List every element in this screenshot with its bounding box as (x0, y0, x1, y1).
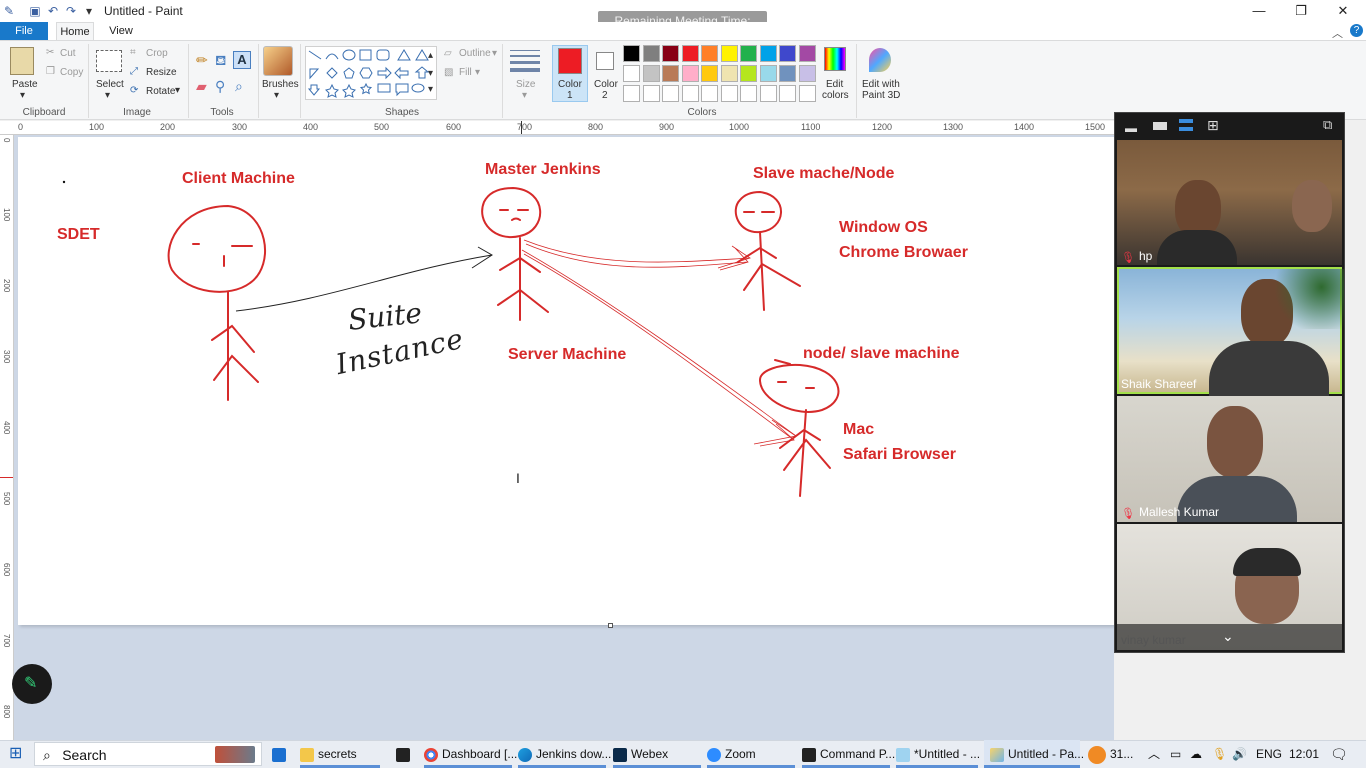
participant-name-hp: hp (1139, 249, 1153, 263)
webex-icon (613, 747, 627, 762)
help-icon[interactable]: ? (1350, 24, 1363, 37)
client-stick-face (192, 243, 253, 267)
node-stick-head (758, 363, 840, 413)
master-to-node-arrow (521, 249, 797, 437)
cmd-icon (802, 747, 816, 762)
text-cursor-icon: I (516, 470, 520, 486)
server-machine-label: Server Machine (508, 346, 627, 363)
weather-widget[interactable]: 31... (1088, 740, 1133, 768)
restore-button[interactable]: ❐ (1278, 0, 1324, 22)
client-stick-body (211, 291, 259, 401)
exit-panel-icon[interactable]: ⧉ (1323, 117, 1332, 133)
clock[interactable]: 12:01 (1289, 740, 1319, 768)
mac-label: Mac (843, 421, 875, 438)
taskbar-item-terminal[interactable] (396, 740, 414, 768)
show-hidden-icons[interactable]: ︿ (1148, 740, 1160, 768)
notepad-icon (896, 747, 910, 762)
microphone-icon[interactable]: 🎙 (1212, 740, 1227, 768)
speaker-view-icon[interactable] (1153, 122, 1167, 130)
muted-icon: 🎙 (1121, 508, 1135, 520)
video-tile-shaik-shareef[interactable] (1117, 267, 1344, 396)
participant-name-mallesh: Mallesh Kumar (1139, 505, 1220, 519)
master-to-slave-arrow (523, 239, 751, 263)
client-stick-head (167, 204, 266, 293)
search-label: Search (62, 747, 107, 763)
taskbar-mail[interactable] (272, 740, 290, 768)
pencil-icon: ✎ (24, 675, 38, 692)
start-button[interactable]: ⊞ (9, 740, 22, 768)
sketch-layer (62, 180, 840, 497)
weather-icon (1088, 745, 1106, 764)
participant-name-vinay: vinay kumar (1121, 633, 1186, 647)
taskbar-search[interactable]: ⌕ Search (34, 742, 262, 766)
search-icon: ⌕ (43, 747, 51, 763)
taskbar-item-notepad[interactable]: *Untitled - ... (896, 740, 980, 768)
mail-icon (272, 747, 286, 762)
minimize-panel-icon[interactable]: ▬ (1125, 121, 1137, 135)
close-button[interactable]: ✕ (1320, 0, 1366, 22)
onedrive-icon[interactable]: ☁ (1190, 740, 1202, 768)
master-stick-head (481, 186, 542, 239)
volume-icon[interactable]: 🔊 (1232, 740, 1247, 768)
taskbar-item-command-prompt[interactable]: Command P... (802, 740, 895, 768)
minimize-button[interactable]: — (1236, 0, 1282, 22)
language-indicator[interactable]: ENG (1256, 740, 1282, 768)
master-jenkins-label: Master Jenkins (485, 161, 601, 178)
battery-icon[interactable]: ▭ (1170, 740, 1181, 768)
gallery-view-icon[interactable]: ⊞ (1207, 117, 1219, 134)
chevron-down-icon[interactable]: ⌄ (1222, 628, 1234, 645)
master-stick-face (499, 209, 529, 221)
annotate-button[interactable]: ✎ (12, 664, 52, 704)
edge-icon (518, 747, 532, 762)
strip-view-icon[interactable] (1179, 119, 1193, 131)
taskbar-item-zoom[interactable]: Zoom (707, 740, 756, 768)
slave-node-label: Slave mache/Node (753, 165, 895, 182)
slave-stick-body (737, 231, 801, 311)
paint-icon (990, 747, 1004, 762)
taskbar-item-dashboard[interactable]: Dashboard [... (424, 740, 517, 768)
participant-name-shaik: Shaik Shareef (1121, 377, 1197, 391)
video-tile-hp[interactable] (1117, 140, 1342, 265)
search-highlight-icon (215, 746, 255, 763)
video-tile-mallesh-kumar[interactable] (1117, 396, 1342, 522)
node-stick-body (779, 409, 831, 497)
terminal-icon (396, 747, 410, 762)
taskbar-item-paint[interactable]: Untitled - Pa... (984, 740, 1084, 768)
safari-browser-label: Safari Browser (843, 446, 956, 463)
notifications-icon[interactable]: 🗨 (1330, 740, 1348, 768)
sdet-label: SDET (57, 226, 100, 243)
chrome-browser-label: Chrome Browaer (839, 244, 968, 261)
folder-icon (300, 747, 314, 762)
windows-os-label: Window OS (839, 219, 928, 236)
taskbar-item-webex[interactable]: Webex (613, 740, 668, 768)
node-slave-machine-label: node/ slave machine (803, 345, 960, 362)
zoom-icon (707, 747, 721, 762)
chrome-icon (424, 747, 438, 762)
muted-icon: 🎙 (1121, 252, 1135, 264)
collapse-ribbon-icon[interactable]: ︿ (1332, 25, 1343, 41)
taskbar-item-secrets[interactable]: secrets (300, 740, 357, 768)
taskbar-item-jenkins[interactable]: Jenkins dow... (518, 740, 611, 768)
client-machine-label: Client Machine (182, 170, 295, 187)
